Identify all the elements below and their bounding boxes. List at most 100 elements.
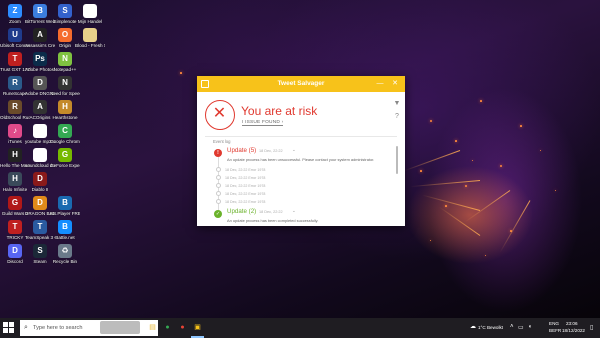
app-icon: B (58, 196, 72, 210)
app-icon: O (58, 28, 72, 42)
desktop-icon[interactable]: NNeed for Speed Und... (50, 76, 80, 96)
app-icon: N (58, 52, 72, 66)
search-icon: ⌕ (24, 324, 28, 331)
app-icon: S (58, 4, 72, 18)
chevron-down-icon[interactable]: ⌄ (292, 208, 296, 214)
desktop-icon[interactable]: B Battle.net (52, 220, 78, 240)
wallpaper-spark (485, 255, 486, 256)
help-icon[interactable]: ? (393, 113, 401, 121)
divider (205, 136, 397, 137)
clock-time[interactable]: 23:06 (566, 321, 578, 326)
desktop-icon-label: Recycle Bin (52, 259, 78, 264)
app-icon: D (8, 244, 22, 258)
wallpaper-spark (520, 125, 522, 127)
entry-date: 18 Dec, 22:22 (259, 210, 283, 214)
app-icon: B (33, 4, 47, 18)
region-indicator[interactable]: BEFR (549, 328, 561, 333)
sub-entry: 18 Dec, 22:22 Error 1978 (225, 191, 266, 196)
app-icon: ♪ (8, 124, 22, 138)
weather-cloud-icon[interactable]: ☁ (470, 323, 476, 330)
wallpaper-streak (410, 180, 481, 188)
app-icon (83, 4, 97, 18)
desktop-icon[interactable]: N Notepad++ (52, 52, 78, 72)
chrome-2-taskbar-icon[interactable]: ● (176, 321, 189, 334)
entry-title[interactable]: Update (2) (227, 208, 256, 215)
risk-x-icon: ✕ (205, 100, 235, 130)
explorer-taskbar-icon[interactable]: ▤ (146, 321, 159, 334)
wallpaper-spark (472, 160, 473, 161)
app-icon: T (33, 220, 47, 234)
minimize-button[interactable]: — (375, 79, 385, 89)
wallpaper-spark (465, 185, 467, 187)
windows-start-icon[interactable] (3, 322, 15, 334)
weather-text[interactable]: 1°C Bewolkt (478, 325, 503, 330)
search-placeholder: Type here to search (33, 325, 83, 331)
window-titlebar[interactable]: Tweet Salvager — ✕ (197, 76, 405, 92)
task-view-icon[interactable] (100, 321, 140, 334)
app-icon: S (33, 244, 47, 258)
volume-icon[interactable]: ◖ (528, 324, 532, 330)
app-icon: Ps (33, 52, 47, 66)
notifications-icon[interactable]: ▯ (590, 324, 593, 331)
wallpaper-streak (403, 150, 461, 172)
close-button[interactable]: ✕ (390, 79, 400, 89)
error-badge-icon: ! (214, 149, 222, 157)
desktop-icon-label: Notepad++ (53, 67, 77, 72)
chrome-taskbar-icon[interactable]: ● (161, 321, 174, 334)
log-scrollbar[interactable] (396, 146, 398, 174)
desktop-icon-label: Hearthstone (52, 115, 78, 120)
app-icon: H (58, 100, 72, 114)
app-icon: ♻ (58, 244, 72, 258)
sub-entry-dot (216, 183, 221, 188)
app-icon: R (8, 76, 22, 90)
app-icon: T (8, 220, 22, 234)
desktop-icon[interactable]: H Hearthstone (52, 100, 78, 120)
desktop-icon[interactable]: Blood - Fresh Supply (75, 28, 105, 48)
wallpaper-spark (455, 140, 457, 142)
app-icon: T (8, 52, 22, 66)
desktop-icon[interactable]: Mijn Handel (77, 4, 103, 24)
issues-found-link[interactable]: I ISSUE FOUND › (242, 120, 284, 126)
clock-date[interactable]: 18/12/2022 (562, 328, 585, 333)
app-icon: D (33, 196, 47, 210)
app-icon: Z (8, 4, 22, 18)
desktop-icon-label: Blood - Fresh Supply (75, 43, 105, 48)
desktop-icon[interactable]: ♻ Recycle Bin (52, 244, 78, 264)
desktop-icon[interactable]: GGeForce Experience (50, 148, 80, 168)
sub-entry-dot (216, 199, 221, 204)
desktop-icon-label: Need for Speed Und... (50, 91, 80, 96)
desktop-icon-label: Battle.net (55, 235, 75, 240)
app-icon: H (8, 172, 22, 186)
entry-date: 18 Dec, 22:22 (259, 149, 283, 153)
tweet-salvager-taskbar-icon[interactable]: ▣ (191, 321, 204, 334)
entry-title[interactable]: Update (5) (227, 147, 256, 154)
wallpaper-spark (500, 165, 502, 167)
tweet-salvager-window: Tweet Salvager — ✕ ✕ You are at risk I I… (197, 76, 405, 226)
event-log-list[interactable]: ! Update (5) 18 Dec, 22:22 ⌄ An update p… (205, 144, 397, 224)
language-indicator[interactable]: ENG (549, 321, 559, 326)
sub-entry: 18 Dec, 22:22 Error 1978 (225, 199, 266, 204)
tray-chevron-up-icon[interactable]: ˄ (510, 324, 514, 330)
wallpaper-spark (540, 150, 541, 151)
wallpaper-spark (180, 72, 182, 74)
wallpaper-spark (430, 120, 432, 122)
app-icon: A (33, 28, 47, 42)
filter-icon[interactable]: ▼ (393, 100, 401, 108)
app-icon: N (58, 76, 72, 90)
app-icon: G (8, 196, 22, 210)
taskbar: ⌕ Type here to search ▤ ● ● ▣ ☁ 1°C Bewolkt… (0, 318, 600, 338)
desktop-icon[interactable]: BBS.Player FREE (50, 196, 80, 216)
risk-status: ✕ You are at risk I ISSUE FOUND › (205, 100, 385, 130)
sub-entry: 18 Dec, 22:22 Error 1978 (225, 183, 266, 188)
sub-entry: 18 Dec, 22:22 Error 1978 (225, 167, 266, 172)
wallpaper-spark (555, 190, 556, 191)
chevron-down-icon[interactable]: ⌄ (292, 147, 296, 153)
app-icon (33, 148, 47, 162)
wallpaper-streak (499, 200, 531, 253)
desktop-icon[interactable]: D Diablo II (27, 172, 53, 192)
network-icon[interactable]: ▭ (518, 324, 524, 331)
wallpaper-spark (420, 170, 422, 172)
entry-description: An update process has been unsuccessful.… (227, 157, 375, 162)
app-icon: B (58, 220, 72, 234)
desktop-icon[interactable]: C Google Chrome (50, 124, 80, 144)
